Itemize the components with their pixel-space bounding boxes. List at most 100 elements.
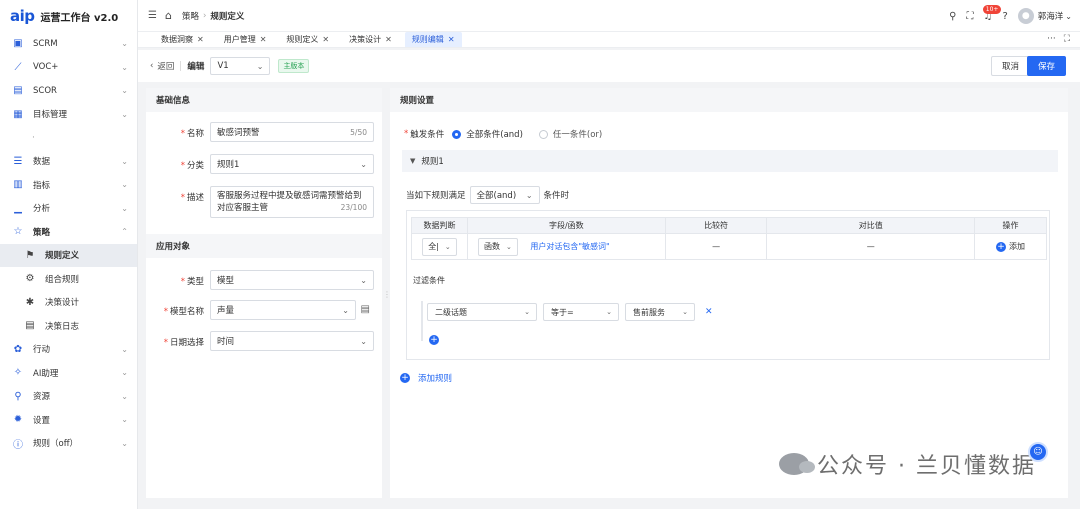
document-icon[interactable]: ▤ [361,304,370,315]
required-mark: * [180,129,185,139]
sidebar-item-label: 指标 [33,180,51,191]
more-icon[interactable]: ··· [1047,34,1056,44]
top-header: ☰ ⌂ 策略 › 规则定义 ⚲ ⛶ ♫ 10+ ? ● 郭海洋 ⌄ [138,0,1080,32]
close-icon[interactable]: ✕ [260,35,267,44]
category-value: 规则1 [217,160,240,170]
name-row: * 名称 敏感词预警 5/50 [146,122,382,142]
sidebar-item-combine-rule[interactable]: ⚙ 组合规则 [0,267,137,291]
breadcrumb-item[interactable]: 策略 [182,10,199,22]
sidebar-item-label: SCRM [33,38,58,49]
tab-rule-definition[interactable]: 规则定义 ✕ [279,32,336,47]
function-select[interactable]: 函数 ⌄ [477,237,518,256]
judge-select[interactable]: 全| ⌄ [422,237,457,256]
chevron-down-icon: ⌄ [505,242,512,251]
type-select[interactable]: 模型 ⌄ [210,270,374,290]
column-header: 操作 [974,217,1047,234]
table-cell: + 添加 [974,233,1047,260]
category-select[interactable]: 规则1 ⌄ [210,154,374,174]
rule-match-row: 当如下规则满足 全部(and) ⌄ 条件时 [406,186,569,204]
chevron-down-icon: ⌄ [524,308,530,316]
page-tabs: 数据洞察 ✕ 用户管理 ✕ 规则定义 ✕ 决策设计 ✕ 规则编辑 ✕ ··· ⛶ [138,32,1080,48]
sidebar-item-data[interactable]: ☰ 数据 ⌄ [0,150,137,174]
sidebar-item-scrm[interactable]: ▣ SCRM ⌄ [0,32,137,56]
condition-table: 数据判断 字段/函数 比较符 对比值 操作 全| ⌄ 函数 ⌄ 用户对话包含"敏感词… [411,217,1047,260]
chevron-down-icon[interactable]: ⌄ [1065,12,1072,21]
divider [180,61,182,71]
menu-collapse-icon[interactable]: ☰ [148,10,157,21]
filter-field-select[interactable]: 二级话题 ⌄ [427,303,537,321]
sidebar-item-analysis[interactable]: ▁ 分析 ⌄ [0,197,137,221]
wechat-icon [779,453,816,475]
close-icon[interactable]: ✕ [197,35,204,44]
tab-decision-design[interactable]: 决策设计 ✕ [342,32,399,47]
star-icon: ☆ [13,226,23,238]
sidebar-item-metric[interactable]: ▥ 指标 ⌄ [0,173,137,197]
model-select[interactable]: 声量 ⌄ [210,300,356,320]
radio-any-condition[interactable] [538,129,548,139]
match-mode-select[interactable]: 全部(and) ⌄ [469,186,540,204]
help-icon[interactable]: ? [1002,11,1007,22]
chevron-down-icon: ⌄ [121,344,128,354]
field-function-link[interactable]: 用户对话包含"敏感词" [530,242,609,251]
decision-design-icon: ✱ [25,296,35,308]
sidebar-item-voc[interactable]: ⟋ VOC+ ⌄ [0,56,137,80]
sidebar-item-rules-off[interactable]: ⓘ 规则（off） ⌄ [0,432,137,456]
add-action-button[interactable]: + 添加 [996,241,1025,252]
watermark-text: 公众号 · 兰贝懂数据 [817,454,1036,479]
bell-icon[interactable]: ♫ 10+ [982,4,1002,22]
sidebar-item-target[interactable]: ▦ 目标管理 ⌄ [0,103,137,127]
sidebar-item-strategy[interactable]: ☆ 策略 ⌃ [0,220,137,244]
filter-operator-select[interactable]: 等于= ⌄ [543,303,619,321]
tab-data-insight[interactable]: 数据洞察 ✕ [154,32,211,47]
close-icon[interactable]: ✕ [448,35,455,44]
close-icon[interactable]: ✕ [322,35,329,44]
chevron-down-icon: ⌄ [121,62,128,72]
add-filter-button[interactable]: + [429,335,439,345]
avatar[interactable]: ● [1017,8,1034,24]
add-rule-button[interactable]: + 添加规则 [400,372,452,384]
main-version-tag: 主版本 [278,59,310,73]
tab-user-management[interactable]: 用户管理 ✕ [217,32,274,47]
sidebar-item-decision-design[interactable]: ✱ 决策设计 [0,291,137,315]
tab-rule-edit[interactable]: 规则编辑 ✕ [404,32,462,47]
name-input[interactable]: 敏感词预警 5/50 [210,122,374,142]
required-mark: * [404,129,409,139]
analysis-icon: ▁ [14,202,22,214]
date-select[interactable]: 时间 ⌄ [210,331,374,351]
search-icon[interactable]: ⚲ [949,11,956,22]
save-button[interactable]: 保存 [1026,56,1066,76]
version-select[interactable]: V1 ⌄ [210,57,271,75]
sidebar-item-label: 设置 [33,415,51,426]
chevron-left-icon: ‹ [150,61,154,71]
table-row: 全| ⌄ 函数 ⌄ 用户对话包含"敏感词" — — + 添加 [411,233,1047,260]
description-textarea[interactable]: 客服服务过程中提及敏感词需预警给到对应客服主管 23/100 [210,186,374,218]
chevron-down-icon: ⌄ [525,190,533,200]
close-icon[interactable]: ✕ [385,35,392,44]
rule-collapse-header[interactable]: ▼ 规则1 [402,150,1058,172]
sidebar-item-decision-log[interactable]: ▤ 决策日志 [0,314,137,338]
resource-icon: ⚲ [14,390,22,402]
home-icon[interactable]: ⌂ [165,9,172,22]
chevron-down-icon: ⌄ [360,275,367,285]
cancel-button[interactable]: 取消 [990,56,1030,76]
chevron-down-icon: ⌄ [360,159,367,169]
sidebar-item-label: 行动 [33,345,51,356]
back-button[interactable]: ‹ 返回 [150,60,174,72]
sidebar-item-scor[interactable]: ▤ SCOR ⌄ [0,79,137,103]
sidebar-item-settings[interactable]: ✹ 设置 ⌄ [0,408,137,432]
username[interactable]: 郭海洋 [1038,10,1064,22]
radio-all-label[interactable]: 全部条件(and) [466,128,523,140]
rule-def-icon: ⚑ [25,249,35,261]
sidebar-item-ai-assistant[interactable]: ✧ AI助理 ⌄ [0,361,137,385]
expand-icon[interactable]: ⛶ [1064,34,1070,44]
radio-any-label[interactable]: 任一条件(or) [553,128,602,140]
fullscreen-icon[interactable]: ⛶ [967,11,974,22]
assistant-float-button[interactable]: ☺ [1028,442,1048,462]
sidebar-item-rule-definition[interactable]: ⚑ 规则定义 [0,243,137,267]
char-count: 5/50 [350,127,367,137]
filter-value-select[interactable]: 售前服务 ⌄ [625,303,695,321]
sidebar-item-resource[interactable]: ⚲ 资源 ⌄ [0,385,137,409]
radio-all-conditions[interactable] [452,129,462,139]
sidebar-item-action[interactable]: ✿ 行动 ⌄ [0,338,137,362]
delete-filter-icon[interactable]: ✕ [705,307,713,317]
